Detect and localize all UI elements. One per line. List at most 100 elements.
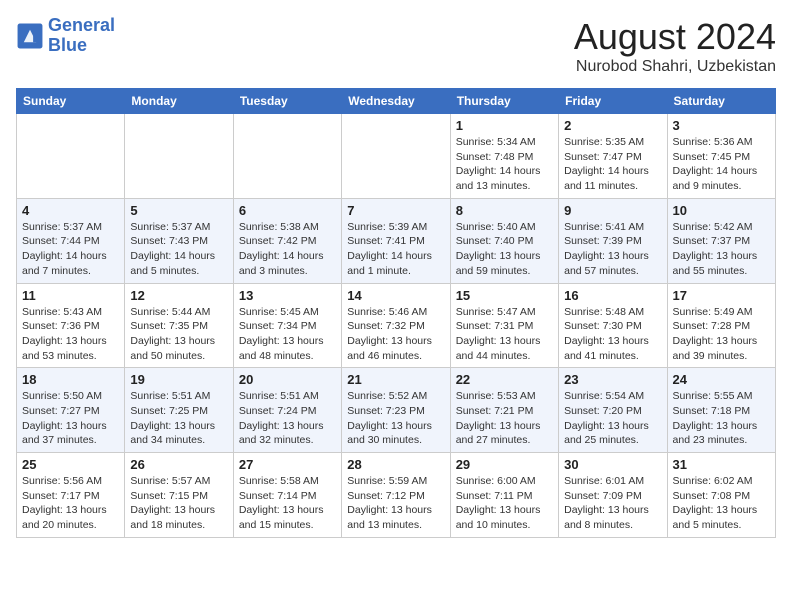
logo-line2: Blue xyxy=(48,35,87,55)
day-detail: Sunrise: 5:54 AM Sunset: 7:20 PM Dayligh… xyxy=(564,389,661,448)
day-detail: Sunrise: 5:38 AM Sunset: 7:42 PM Dayligh… xyxy=(239,220,336,279)
calendar-cell: 3Sunrise: 5:36 AM Sunset: 7:45 PM Daylig… xyxy=(667,114,775,199)
calendar-cell: 26 Sunrise: 5:57 AM Sunset: 7:15 PM Dayli… xyxy=(125,453,233,538)
weekday-header-sunday: Sunday xyxy=(17,89,125,114)
day-detail: Sunrise: 5:59 AM Sunset: 7:12 PM Dayligh… xyxy=(347,474,444,533)
calendar-table: SundayMondayTuesdayWednesdayThursdayFrid… xyxy=(16,88,776,538)
calendar-cell: 11 Sunrise: 5:43 AM Sunset: 7:36 PM Dayli… xyxy=(17,283,125,368)
calendar-cell: 19Sunrise: 5:51 AM Sunset: 7:25 PM Dayli… xyxy=(125,368,233,453)
day-number: 31 xyxy=(673,457,770,472)
calendar-cell: 6 Sunrise: 5:38 AM Sunset: 7:42 PM Daylig… xyxy=(233,198,341,283)
calendar-cell: 18 Sunrise: 5:50 AM Sunset: 7:27 PM Dayli… xyxy=(17,368,125,453)
day-number: 15 xyxy=(456,288,553,303)
calendar-cell: 13 Sunrise: 5:45 AM Sunset: 7:34 PM Dayli… xyxy=(233,283,341,368)
calendar-cell: 2Sunrise: 5:35 AM Sunset: 7:47 PM Daylig… xyxy=(559,114,667,199)
day-number: 26 xyxy=(130,457,227,472)
day-detail: Sunrise: 5:52 AM Sunset: 7:23 PM Dayligh… xyxy=(347,389,444,448)
day-number: 29 xyxy=(456,457,553,472)
calendar-cell: 9 Sunrise: 5:41 AM Sunset: 7:39 PM Daylig… xyxy=(559,198,667,283)
day-number: 23 xyxy=(564,372,661,387)
weekday-header-saturday: Saturday xyxy=(667,89,775,114)
day-detail: Sunrise: 5:37 AM Sunset: 7:44 PM Dayligh… xyxy=(22,220,119,279)
logo-icon xyxy=(16,22,44,50)
calendar-cell: 12 Sunrise: 5:44 AM Sunset: 7:35 PM Dayli… xyxy=(125,283,233,368)
calendar-cell: 22 Sunrise: 5:53 AM Sunset: 7:21 PM Dayli… xyxy=(450,368,558,453)
day-number: 11 xyxy=(22,288,119,303)
day-number: 16 xyxy=(564,288,661,303)
location-title: Nurobod Shahri, Uzbekistan xyxy=(574,58,776,76)
calendar-cell: 23 Sunrise: 5:54 AM Sunset: 7:20 PM Dayli… xyxy=(559,368,667,453)
calendar-cell: 29 Sunrise: 6:00 AM Sunset: 7:11 PM Dayli… xyxy=(450,453,558,538)
day-detail: Sunrise: 5:48 AM Sunset: 7:30 PM Dayligh… xyxy=(564,305,661,364)
day-number: 21 xyxy=(347,372,444,387)
day-number: 28 xyxy=(347,457,444,472)
page-header: General Blue August 2024 Nurobod Shahri,… xyxy=(16,16,776,76)
calendar-cell: 16 Sunrise: 5:48 AM Sunset: 7:30 PM Dayli… xyxy=(559,283,667,368)
day-number: 13 xyxy=(239,288,336,303)
calendar-cell: 20 Sunrise: 5:51 AM Sunset: 7:24 PM Dayli… xyxy=(233,368,341,453)
calendar-cell: 8 Sunrise: 5:40 AM Sunset: 7:40 PM Daylig… xyxy=(450,198,558,283)
calendar-cell: 17 Sunrise: 5:49 AM Sunset: 7:28 PM Dayli… xyxy=(667,283,775,368)
day-detail: Sunrise: 5:53 AM Sunset: 7:21 PM Dayligh… xyxy=(456,389,553,448)
calendar-cell: 28 Sunrise: 5:59 AM Sunset: 7:12 PM Dayli… xyxy=(342,453,450,538)
day-number: 25 xyxy=(22,457,119,472)
day-detail: Sunrise: 5:44 AM Sunset: 7:35 PM Dayligh… xyxy=(130,305,227,364)
day-detail: Sunrise: 5:45 AM Sunset: 7:34 PM Dayligh… xyxy=(239,305,336,364)
calendar-cell: 14Sunrise: 5:46 AM Sunset: 7:32 PM Dayli… xyxy=(342,283,450,368)
day-number: 19 xyxy=(130,372,227,387)
calendar-cell: 31Sunrise: 6:02 AM Sunset: 7:08 PM Dayli… xyxy=(667,453,775,538)
day-detail: Sunrise: 5:47 AM Sunset: 7:31 PM Dayligh… xyxy=(456,305,553,364)
day-number: 22 xyxy=(456,372,553,387)
logo-text: General Blue xyxy=(48,16,115,56)
weekday-header-tuesday: Tuesday xyxy=(233,89,341,114)
day-detail: Sunrise: 5:41 AM Sunset: 7:39 PM Dayligh… xyxy=(564,220,661,279)
calendar-cell: 5Sunrise: 5:37 AM Sunset: 7:43 PM Daylig… xyxy=(125,198,233,283)
calendar-cell: 30Sunrise: 6:01 AM Sunset: 7:09 PM Dayli… xyxy=(559,453,667,538)
day-detail: Sunrise: 5:34 AM Sunset: 7:48 PM Dayligh… xyxy=(456,135,553,194)
day-detail: Sunrise: 5:36 AM Sunset: 7:45 PM Dayligh… xyxy=(673,135,770,194)
day-number: 4 xyxy=(22,203,119,218)
calendar-week-row: 4 Sunrise: 5:37 AM Sunset: 7:44 PM Daylig… xyxy=(17,198,776,283)
weekday-header-thursday: Thursday xyxy=(450,89,558,114)
calendar-cell: 1 Sunrise: 5:34 AM Sunset: 7:48 PM Daylig… xyxy=(450,114,558,199)
day-detail: Sunrise: 5:40 AM Sunset: 7:40 PM Dayligh… xyxy=(456,220,553,279)
day-detail: Sunrise: 5:57 AM Sunset: 7:15 PM Dayligh… xyxy=(130,474,227,533)
calendar-cell xyxy=(125,114,233,199)
month-title: August 2024 xyxy=(574,16,776,58)
weekday-header-row: SundayMondayTuesdayWednesdayThursdayFrid… xyxy=(17,89,776,114)
day-number: 1 xyxy=(456,118,553,133)
calendar-cell: 27Sunrise: 5:58 AM Sunset: 7:14 PM Dayli… xyxy=(233,453,341,538)
calendar-cell xyxy=(17,114,125,199)
day-detail: Sunrise: 5:51 AM Sunset: 7:24 PM Dayligh… xyxy=(239,389,336,448)
day-detail: Sunrise: 5:43 AM Sunset: 7:36 PM Dayligh… xyxy=(22,305,119,364)
day-number: 9 xyxy=(564,203,661,218)
calendar-cell: 15 Sunrise: 5:47 AM Sunset: 7:31 PM Dayli… xyxy=(450,283,558,368)
day-detail: Sunrise: 5:39 AM Sunset: 7:41 PM Dayligh… xyxy=(347,220,444,279)
day-number: 12 xyxy=(130,288,227,303)
weekday-header-wednesday: Wednesday xyxy=(342,89,450,114)
day-number: 8 xyxy=(456,203,553,218)
logo: General Blue xyxy=(16,16,115,56)
calendar-cell: 21 Sunrise: 5:52 AM Sunset: 7:23 PM Dayli… xyxy=(342,368,450,453)
day-number: 10 xyxy=(673,203,770,218)
day-number: 18 xyxy=(22,372,119,387)
day-detail: Sunrise: 5:56 AM Sunset: 7:17 PM Dayligh… xyxy=(22,474,119,533)
calendar-week-row: 25 Sunrise: 5:56 AM Sunset: 7:17 PM Dayli… xyxy=(17,453,776,538)
title-block: August 2024 Nurobod Shahri, Uzbekistan xyxy=(574,16,776,76)
calendar-cell: 7 Sunrise: 5:39 AM Sunset: 7:41 PM Daylig… xyxy=(342,198,450,283)
day-number: 14 xyxy=(347,288,444,303)
day-detail: Sunrise: 6:00 AM Sunset: 7:11 PM Dayligh… xyxy=(456,474,553,533)
day-detail: Sunrise: 5:58 AM Sunset: 7:14 PM Dayligh… xyxy=(239,474,336,533)
day-number: 20 xyxy=(239,372,336,387)
day-number: 17 xyxy=(673,288,770,303)
day-number: 7 xyxy=(347,203,444,218)
day-number: 6 xyxy=(239,203,336,218)
calendar-cell xyxy=(233,114,341,199)
day-detail: Sunrise: 5:35 AM Sunset: 7:47 PM Dayligh… xyxy=(564,135,661,194)
day-detail: Sunrise: 5:50 AM Sunset: 7:27 PM Dayligh… xyxy=(22,389,119,448)
logo-line1: General xyxy=(48,15,115,35)
day-detail: Sunrise: 5:49 AM Sunset: 7:28 PM Dayligh… xyxy=(673,305,770,364)
day-number: 5 xyxy=(130,203,227,218)
calendar-cell: 10Sunrise: 5:42 AM Sunset: 7:37 PM Dayli… xyxy=(667,198,775,283)
day-detail: Sunrise: 5:55 AM Sunset: 7:18 PM Dayligh… xyxy=(673,389,770,448)
